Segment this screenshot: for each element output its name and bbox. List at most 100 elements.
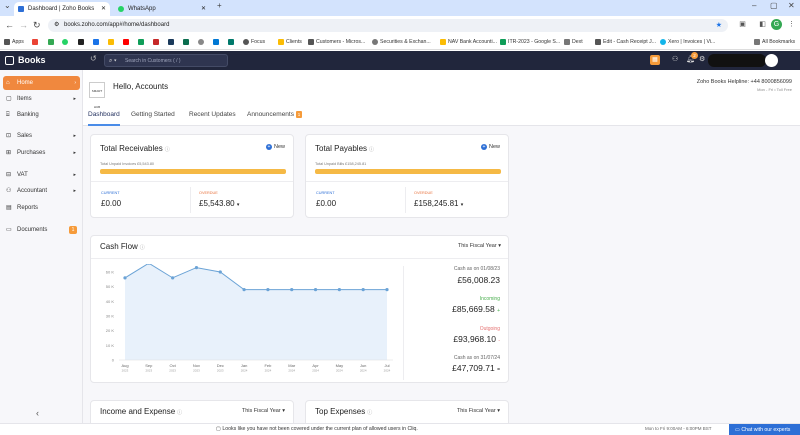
income-expense-period-dropdown[interactable]: This Fiscal Year ▾ xyxy=(242,408,285,414)
brand-label: Books xyxy=(18,55,46,65)
sidebar-item-home[interactable]: ⌂ Home › xyxy=(3,76,80,90)
chat-with-experts-button[interactable]: ▭ Chat with our experts xyxy=(729,424,800,435)
browser-tab-books[interactable]: Dashboard | Zoho Books ✕ xyxy=(14,2,110,16)
bookmark-green-icon[interactable] xyxy=(138,37,146,47)
bookmark-edge-icon[interactable] xyxy=(213,37,221,47)
close-window-icon[interactable]: ✕ xyxy=(788,1,795,10)
bookmark-nav-bank[interactable]: NAV Bank Accounti... xyxy=(440,37,497,47)
sidebar-item-reports[interactable]: ▤ Reports xyxy=(3,201,80,215)
bookmark-all[interactable]: All Bookmarks xyxy=(754,37,795,47)
bookmark-clients[interactable]: Clients xyxy=(278,37,302,47)
cashflow-period-dropdown[interactable]: This Fiscal Year ▾ xyxy=(458,243,501,249)
collapse-sidebar-icon[interactable]: ‹ xyxy=(36,408,39,418)
sidebar-item-vat[interactable]: ⊟ VAT ▸ xyxy=(3,168,80,182)
data-point[interactable] xyxy=(123,276,127,280)
bookmark-red-icon[interactable] xyxy=(153,37,161,47)
site-info-icon[interactable]: ⚙ xyxy=(54,19,59,32)
tab-recent-updates[interactable]: Recent Updates xyxy=(189,111,236,118)
sidebar-item-accountant[interactable]: ⚇ Accountant ▸ xyxy=(3,184,80,198)
bookmark-globe-icon[interactable] xyxy=(198,37,206,47)
close-tab-icon[interactable]: ✕ xyxy=(101,2,106,16)
close-tab-icon[interactable]: ✕ xyxy=(201,2,206,16)
help-icon[interactable]: ⓘ xyxy=(177,410,182,416)
overdue-value[interactable]: £158,245.81 ▾ xyxy=(414,199,463,208)
bookmark-gdrive-icon[interactable] xyxy=(108,37,116,47)
minimize-icon[interactable]: – xyxy=(752,1,756,10)
data-point[interactable] xyxy=(194,266,199,270)
tab-announcements[interactable]: Announcements 1 xyxy=(247,111,302,118)
bookmark-gmail-icon[interactable] xyxy=(32,37,40,47)
new-bill-button[interactable]: + New xyxy=(480,144,500,150)
bookmark-customers[interactable]: Customers - Micros... xyxy=(308,37,365,47)
help-icon[interactable]: ⓘ xyxy=(367,410,372,416)
data-point[interactable] xyxy=(361,288,365,292)
sidebar-item-items[interactable]: ▢ Items ▸ xyxy=(3,92,80,106)
global-search-input[interactable]: ⌕ ▾ Search in Customers ( / ) xyxy=(104,54,228,67)
bookmark-dext[interactable]: Dext xyxy=(564,37,583,47)
recent-history-icon[interactable]: ↺ xyxy=(90,54,97,63)
sidepanel-icon[interactable]: ◧ xyxy=(757,19,768,30)
bookmark-itr[interactable]: ITR-2023 - Google S... xyxy=(500,37,560,47)
chrome-menu-icon[interactable]: ⋮ xyxy=(786,19,797,30)
overdue-value[interactable]: £5,543.80 ▾ xyxy=(199,199,239,208)
closing-cash-value: £47,709.71 = xyxy=(452,363,500,373)
cashflow-summary: Cash as on 01/08/23 £56,008.23 Incoming … xyxy=(403,266,508,380)
help-icon[interactable]: ⓘ xyxy=(165,147,170,153)
sidebar-item-purchases[interactable]: ⊞ Purchases ▸ xyxy=(3,146,80,160)
forward-icon[interactable]: → xyxy=(19,19,28,31)
tab-dashboard[interactable]: Dashboard xyxy=(88,111,120,126)
bookmark-star-icon[interactable]: ★ xyxy=(716,19,722,32)
new-invoice-button[interactable]: + New xyxy=(265,144,285,150)
bookmark-xero[interactable]: Xero | Invoices | Vi... xyxy=(660,37,715,47)
help-icon[interactable]: ⓘ xyxy=(140,245,145,251)
bookmark-blue-icon[interactable] xyxy=(93,37,101,47)
bookmark-whatsapp-icon[interactable] xyxy=(62,37,70,47)
data-point[interactable] xyxy=(290,288,294,292)
user-avatar[interactable] xyxy=(765,54,778,67)
data-point[interactable] xyxy=(171,276,175,280)
bookmark-youtube-icon[interactable] xyxy=(123,37,131,47)
bookmark-edit-cash[interactable]: Edit - Cash Receipt J... xyxy=(595,37,656,47)
x-tick-month: Oct xyxy=(170,363,177,368)
profile-icon[interactable]: G xyxy=(771,19,782,30)
x-tick-month: Jan xyxy=(241,363,247,368)
reload-icon[interactable]: ↻ xyxy=(33,19,41,31)
org-switch-icon[interactable]: ▦ xyxy=(650,55,660,65)
settings-gear-icon[interactable]: ⚙ xyxy=(699,55,705,65)
sidebar-item-banking[interactable]: ⌸ Banking xyxy=(3,108,80,122)
data-point[interactable] xyxy=(218,270,222,274)
help-icon[interactable]: ⓘ xyxy=(369,147,374,153)
data-point[interactable] xyxy=(337,288,341,292)
current-value[interactable]: £0.00 xyxy=(101,199,121,208)
data-point[interactable] xyxy=(313,288,318,292)
bookmark-chart2-icon[interactable] xyxy=(183,37,191,47)
url-input[interactable]: ⚙ books.zoho.com/app#/home/dashboard ★ xyxy=(48,19,728,32)
extension-icon[interactable]: ▣ xyxy=(737,19,748,30)
bookmark-focus[interactable]: Focus xyxy=(243,37,265,47)
bookmark-securities[interactable]: Securities & Exchan... xyxy=(372,37,431,47)
x-tick-month: Mar xyxy=(288,363,296,368)
bookmark-chart-icon[interactable] xyxy=(168,37,176,47)
tab-getting-started[interactable]: Getting Started xyxy=(131,111,175,118)
apps-grid-icon xyxy=(4,38,10,45)
browser-tab-whatsapp[interactable]: WhatsApp ✕ xyxy=(114,2,210,16)
data-point[interactable] xyxy=(385,288,389,292)
data-point[interactable] xyxy=(242,288,246,292)
bookmark-dark-icon[interactable] xyxy=(78,37,86,47)
data-point[interactable] xyxy=(266,288,270,292)
x-tick-year: 2024 xyxy=(241,369,248,373)
top-expenses-period-dropdown[interactable]: This Fiscal Year ▾ xyxy=(457,408,500,414)
current-value[interactable]: £0.00 xyxy=(316,199,336,208)
bookmark-apps[interactable]: Apps xyxy=(4,37,24,47)
plus-icon: + xyxy=(265,144,272,150)
sidebar-item-sales[interactable]: ⊡ Sales ▸ xyxy=(3,129,80,143)
tab-search-icon[interactable]: ⌄ xyxy=(4,1,11,10)
bookmark-site-icon[interactable] xyxy=(48,37,56,47)
bookmark-teal-icon[interactable] xyxy=(228,37,236,47)
books-brand[interactable]: Books xyxy=(0,51,83,70)
users-icon[interactable]: ⚇ xyxy=(672,55,678,65)
new-tab-icon[interactable]: + xyxy=(217,1,222,10)
back-icon[interactable]: ← xyxy=(5,19,14,31)
maximize-icon[interactable]: ▢ xyxy=(770,1,778,10)
sidebar-item-documents[interactable]: ▭ Documents 1 xyxy=(3,223,80,237)
